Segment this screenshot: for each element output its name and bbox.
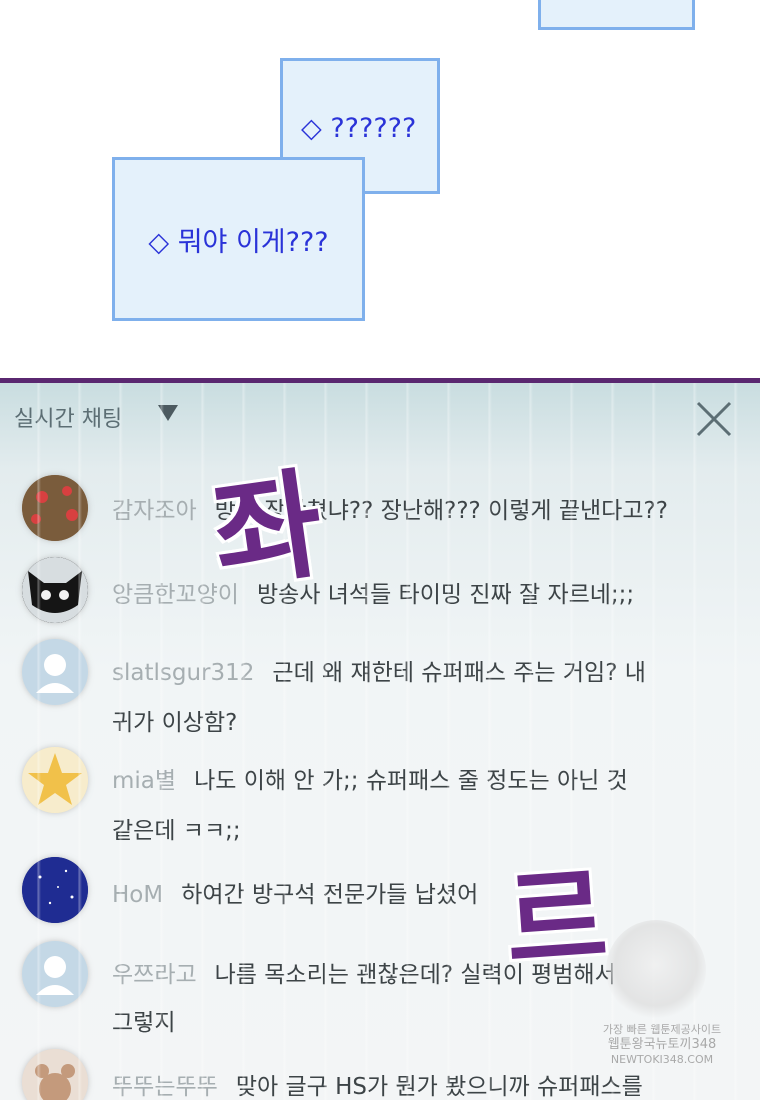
chat-text: 근데 왜 쟤한테 슈퍼패스 주는 거임? 내 <box>272 660 646 686</box>
speech-box-top <box>538 0 695 30</box>
chat-nickname: 감자조아 <box>112 498 197 524</box>
chat-line: slatlsgur312 근데 왜 쟤한테 슈퍼패스 주는 거임? 내 <box>112 653 646 687</box>
chat-line: 뚜뚜는뚜뚜 맞아 글구 HS가 뭔가 봤으니까 슈퍼패스를 <box>112 1067 643 1100</box>
speech-text-middle: ◇ ?????? <box>301 113 417 144</box>
sound-effect-first: 좌 <box>204 454 332 606</box>
avatar-default-user <box>22 941 88 1007</box>
watermark-line: NEWTOKI348.COM <box>610 1053 714 1066</box>
dropdown-triangle-icon[interactable] <box>158 405 178 421</box>
chat-line: 감자조아 방송 장난쳤냐?? 장난해??? 이렇게 끝낸다고?? <box>112 491 668 525</box>
chat-line: mia별 나도 이해 안 가;; 슈퍼패스 줄 정도는 아닌 것 <box>112 761 628 795</box>
watermark-line: 가장 빠른 웹툰제공사이트 <box>602 1023 722 1036</box>
chat-text: 나도 이해 안 가;; 슈퍼패스 줄 정도는 아닌 것 <box>194 768 628 794</box>
avatar-black-cat <box>22 557 88 623</box>
chat-text: 맞아 글구 HS가 뭔가 봤으니까 슈퍼패스를 <box>235 1074 643 1100</box>
watermark-line: 웹툰왕국뉴토끼348 <box>607 1037 717 1052</box>
chat-header: 실시간 채팅 <box>0 383 760 453</box>
speech-text-lower: ◇ 뭐야 이게??? <box>148 226 329 258</box>
chat-line: HoM 하여간 방구석 전문가들 납셨어 <box>112 875 478 909</box>
chat-nickname: 뚜뚜는뚜뚜 <box>112 1074 218 1100</box>
watermark: 가장 빠른 웹툰제공사이트 웹툰왕국뉴토끼348 NEWTOKI348.COM <box>592 1022 732 1067</box>
chat-nickname: mia별 <box>112 768 177 794</box>
avatar-star <box>22 747 88 813</box>
avatar-hearts <box>22 475 88 541</box>
speech-box-lower: ◇ 뭐야 이게??? <box>112 157 365 321</box>
chat-nickname: slatlsgur312 <box>112 660 255 686</box>
chat-text-continued: 귀가 이상함? <box>112 710 238 736</box>
avatar-animal <box>22 1049 88 1100</box>
chat-text: 하여간 방구석 전문가들 납셨어 <box>181 882 479 908</box>
chat-title: 실시간 채팅 <box>14 407 123 432</box>
sound-effect-second: 르 <box>501 852 612 988</box>
chat-text-continued: 같은데 ㅋㅋ;; <box>112 818 241 844</box>
chat-line: 앙큼한꼬양이 방송사 녀석들 타이밍 진짜 잘 자르네;;; <box>112 575 634 609</box>
watermark-mascot-icon <box>606 920 706 1020</box>
chat-nickname: 우쯔라고 <box>112 962 197 988</box>
close-icon[interactable] <box>694 399 734 439</box>
avatar-default-user <box>22 639 88 705</box>
chat-text-continued: 그렇지 <box>112 1010 176 1036</box>
chat-nickname: HoM <box>112 882 164 908</box>
avatar-night-sky <box>22 857 88 923</box>
